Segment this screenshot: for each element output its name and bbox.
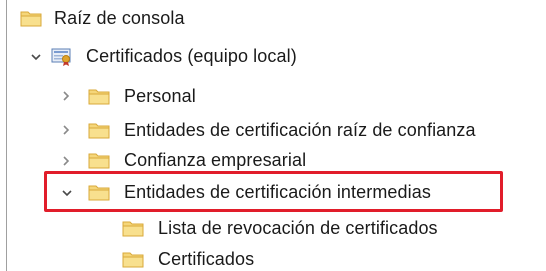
folder-icon [88,123,110,139]
tree-node-certificates[interactable]: Certificados [122,243,254,271]
tree-node-label: Entidades de certificación raíz de confi… [124,119,476,140]
tree-node-console-root[interactable]: Raíz de consola [20,2,185,34]
chevron-down-icon[interactable] [30,51,42,63]
tree-node-trusted-root-cas[interactable]: Entidades de certificación raíz de confi… [88,114,476,146]
tree-node-label: Raíz de consola [54,7,185,28]
folder-icon [20,11,42,27]
chevron-down-icon[interactable] [61,187,73,199]
tree-node-label: Certificados (equipo local) [86,45,297,66]
tree-node-personal[interactable]: Personal [88,80,196,112]
folder-icon [88,153,110,169]
panel-border [6,0,7,271]
tree-node-certificates-local-computer[interactable]: Certificados (equipo local) [50,40,297,72]
folder-open-icon [88,185,110,201]
chevron-right-icon[interactable] [60,90,72,102]
folder-icon [122,252,144,268]
chevron-right-icon[interactable] [60,155,72,167]
tree-node-label: Confianza empresarial [124,149,307,170]
tree-node-intermediate-cas[interactable]: Entidades de certificación intermedias [88,176,431,208]
chevron-right-icon[interactable] [60,124,72,136]
tree-node-crl[interactable]: Lista de revocación de certificados [122,212,438,244]
folder-icon [88,89,110,105]
tree-node-label: Lista de revocación de certificados [158,217,438,238]
tree-node-label: Certificados [158,248,255,269]
certificate-store-icon [51,48,71,66]
folder-icon [122,221,144,237]
console-tree-panel: Raíz de consola Certificados (equipo loc… [0,0,546,271]
tree-node-label: Personal [124,85,196,106]
tree-node-label: Entidades de certificación intermedias [124,181,431,202]
